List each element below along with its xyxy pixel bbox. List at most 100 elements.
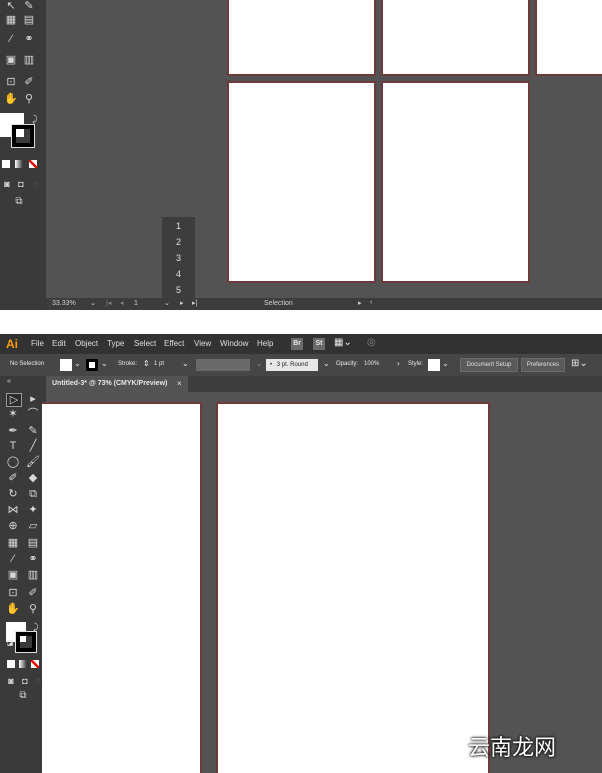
stroke-stepper-icon[interactable]: ⇕ (143, 359, 150, 368)
screen-mode-icon[interactable]: ⧉ (16, 690, 30, 702)
artboard[interactable] (535, 0, 602, 76)
stroke-weight-dropdown-icon[interactable]: ⌄ (182, 359, 189, 368)
menu-object[interactable]: Object (75, 334, 98, 354)
mesh-icon[interactable]: ▦ (6, 537, 20, 549)
stroke-weight-value[interactable]: 1 pt (154, 361, 164, 367)
canvas-area[interactable] (42, 392, 602, 773)
blend-icon[interactable]: ⚭ (26, 553, 40, 565)
canvas-area[interactable] (46, 0, 602, 298)
puppet-warp-icon[interactable]: ✦ (26, 504, 40, 516)
eyedropper-icon[interactable]: ⁄ (4, 33, 18, 45)
gradient-mode-button[interactable] (19, 660, 27, 668)
curvature-icon[interactable]: ✎ (26, 425, 40, 437)
pen-icon[interactable]: ✎ (22, 0, 36, 12)
slice-icon[interactable]: ✐ (22, 76, 36, 88)
menu-view[interactable]: View (194, 334, 211, 354)
zoom-icon[interactable]: ⚲ (26, 603, 40, 615)
default-colors-icon[interactable]: ◪ (3, 638, 17, 650)
color-mode-button[interactable] (2, 160, 10, 168)
color-mode-button[interactable] (7, 660, 15, 668)
width-icon[interactable]: ⋈ (6, 504, 20, 516)
stroke-dropdown-icon[interactable]: ⌄ (101, 359, 108, 368)
menu-select[interactable]: Select (134, 334, 156, 354)
variable-width-profile[interactable] (196, 359, 250, 371)
preferences-button[interactable]: Preferences (521, 358, 565, 372)
profile-dropdown-icon[interactable]: ⌄ (256, 359, 263, 368)
menu-edit[interactable]: Edit (52, 334, 66, 354)
column-graph-icon[interactable]: ▥ (22, 54, 36, 66)
shape-builder-icon[interactable]: ⊕ (6, 520, 20, 532)
opacity-value[interactable]: 100% (364, 361, 379, 367)
brush-definition[interactable]: • 3 pt. Round (266, 359, 318, 371)
draw-normal-icon[interactable]: ◙ (4, 675, 18, 687)
page-dropdown-icon[interactable]: ⌄ (164, 299, 170, 307)
artboard-icon[interactable]: ⊡ (6, 587, 20, 599)
hand-icon[interactable]: ✋ (4, 93, 18, 105)
direct-selection-icon[interactable]: ▸ (26, 393, 40, 405)
page-menu-item[interactable]: 2 (162, 234, 195, 250)
direct-selection-icon[interactable]: ↖ (4, 0, 18, 12)
rotate-icon[interactable]: ↻ (6, 488, 20, 500)
artboard[interactable] (381, 0, 530, 76)
status-text[interactable]: Selection (264, 300, 293, 307)
bridge-button[interactable]: Br (291, 338, 303, 350)
gradient-icon[interactable]: ▤ (26, 537, 40, 549)
status-menu-icon[interactable]: ▸ (358, 299, 362, 307)
status-scroll-icon[interactable]: ‹ (370, 299, 372, 306)
stroke-swatch[interactable] (15, 631, 37, 653)
blend-icon[interactable]: ⚭ (22, 33, 36, 45)
swap-fill-stroke-icon[interactable]: ⤸ (29, 621, 43, 633)
fill-color-swatch[interactable] (60, 359, 72, 371)
none-mode-button[interactable] (31, 660, 39, 668)
stock-button[interactable]: St (313, 338, 325, 350)
page-menu-item[interactable]: 4 (162, 266, 195, 282)
artboard[interactable] (227, 81, 376, 283)
tab-close-icon[interactable]: × (177, 376, 182, 392)
mesh-icon[interactable]: ▦ (4, 14, 18, 26)
last-page-icon[interactable]: ▸| (192, 299, 197, 307)
artboard[interactable] (216, 402, 490, 773)
swap-fill-stroke-icon[interactable]: ⤸ (28, 113, 42, 125)
eyedropper-icon[interactable]: ⁄ (6, 553, 20, 565)
opacity-label[interactable]: Opacity: (336, 361, 358, 367)
arrange-documents-icon[interactable]: ▦⌄ (334, 337, 352, 348)
zoom-icon[interactable]: ⚲ (22, 93, 36, 105)
gpu-performance-icon[interactable]: ◎ (367, 337, 376, 348)
stroke-swatch[interactable] (11, 124, 35, 148)
slice-icon[interactable]: ✐ (26, 587, 40, 599)
style-swatch[interactable] (428, 359, 440, 371)
none-mode-button[interactable] (29, 160, 37, 168)
menu-type[interactable]: Type (107, 334, 124, 354)
draw-behind-icon[interactable]: ◘ (18, 675, 32, 687)
magic-wand-icon[interactable]: ✶ (6, 408, 20, 420)
brush-dropdown-icon[interactable]: ⌄ (323, 359, 330, 368)
artboard[interactable] (381, 81, 530, 283)
shaper-icon[interactable]: ✐ (6, 472, 20, 484)
type-icon[interactable]: T (6, 440, 20, 452)
zoom-level[interactable]: 33.33% (52, 300, 76, 307)
artboard[interactable] (227, 0, 376, 76)
artboard[interactable] (42, 402, 202, 773)
menu-help[interactable]: Help (257, 334, 273, 354)
document-tab[interactable]: Untitled-3* @ 73% (CMYK/Preview) × (46, 376, 188, 392)
stroke-label[interactable]: Stroke: (118, 361, 137, 367)
draw-behind-icon[interactable]: ◘ (14, 178, 28, 190)
line-segment-icon[interactable]: ╱ (26, 440, 40, 452)
gradient-mode-button[interactable] (15, 160, 23, 168)
draw-normal-icon[interactable]: ◙ (0, 178, 14, 190)
symbol-sprayer-icon[interactable]: ▣ (6, 569, 20, 581)
draw-inside-icon[interactable]: ◌ (28, 178, 42, 190)
opacity-arrow-icon[interactable]: › (397, 359, 400, 368)
prev-page-icon[interactable]: ◂ (120, 299, 124, 307)
page-menu-item[interactable]: 1 (162, 218, 195, 234)
collapse-panel-icon[interactable]: « (2, 376, 16, 388)
menu-window[interactable]: Window (220, 334, 248, 354)
stroke-color-swatch[interactable] (86, 359, 98, 371)
menu-file[interactable]: File (31, 334, 44, 354)
first-page-icon[interactable]: |◂ (106, 299, 111, 307)
hand-icon[interactable]: ✋ (6, 603, 20, 615)
scale-icon[interactable]: ⧉ (26, 488, 40, 500)
ellipse-icon[interactable]: ◯ (6, 456, 20, 468)
pen-icon[interactable]: ✒ (6, 425, 20, 437)
page-menu-item[interactable]: 5 (162, 282, 195, 298)
